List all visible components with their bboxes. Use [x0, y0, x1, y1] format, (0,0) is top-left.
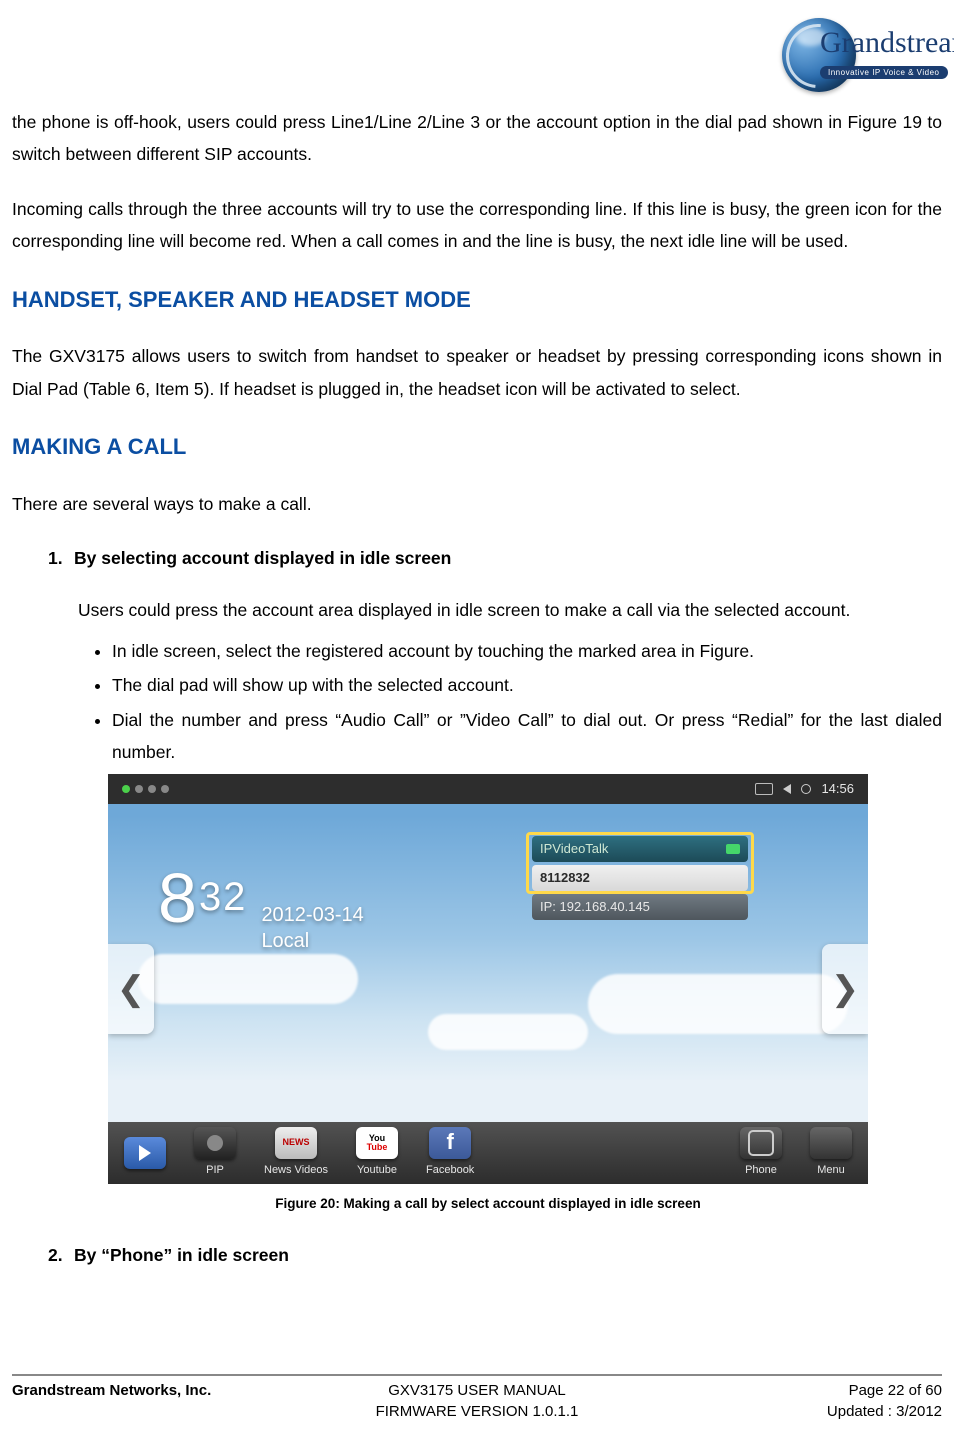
- news-icon: NEWS: [275, 1127, 317, 1159]
- line-dot-icon: [161, 785, 169, 793]
- idle-clock: 832 2012-03-14 Local: [158, 834, 364, 964]
- status-right-icons: 14:56: [755, 777, 854, 801]
- bottom-dock: PIP NEWS News Videos YouTube Youtube: [108, 1122, 868, 1184]
- account-name-label: IPVideoTalk: [540, 837, 608, 861]
- list-item-2: 2.By “Phone” in idle screen: [48, 1239, 942, 1271]
- dock-play-button[interactable]: [124, 1137, 166, 1169]
- dock-menu-button[interactable]: Menu: [810, 1127, 852, 1180]
- dock-facebook-button[interactable]: f Facebook: [426, 1127, 474, 1180]
- figure-20: 14:56 832 2012-03-14 Local: [108, 774, 868, 1217]
- figure-caption: Figure 20: Making a call by select accou…: [108, 1192, 868, 1217]
- brand-name: Grandstream: [820, 26, 954, 60]
- brand-logo: Grandstream Innovative IP Voice & Video: [782, 18, 942, 96]
- bullet-item: In idle screen, select the registered ac…: [112, 635, 942, 667]
- dock-youtube-button[interactable]: YouTube Youtube: [356, 1127, 398, 1180]
- nav-arrow-left[interactable]: ❮: [108, 944, 154, 1034]
- heading-handset-mode: HANDSET, SPEAKER AND HEADSET MODE: [12, 280, 942, 321]
- list-number-1: 1.: [48, 542, 74, 574]
- line-status-dots: [122, 785, 169, 793]
- facebook-icon: f: [429, 1127, 471, 1159]
- clock-date-value: 2012-03-14: [261, 902, 363, 928]
- keyboard-icon: [755, 783, 773, 795]
- status-clock: 14:56: [821, 777, 854, 801]
- list-title-1: By selecting account displayed in idle s…: [74, 548, 451, 568]
- page-footer: Grandstream Networks, Inc. GXV3175 USER …: [12, 1374, 942, 1422]
- list-desc-1: Users could press the account area displ…: [78, 594, 942, 626]
- network-icon: [801, 784, 811, 794]
- brand-tagline: Innovative IP Voice & Video: [820, 66, 948, 79]
- dock-label: News Videos: [264, 1160, 328, 1180]
- idle-screen-screenshot: 14:56 832 2012-03-14 Local: [108, 774, 868, 1184]
- footer-page-number: Page 22 of 60: [635, 1380, 942, 1401]
- footer-center: GXV3175 USER MANUAL FIRMWARE VERSION 1.0…: [319, 1380, 635, 1422]
- bullet-list-1: In idle screen, select the registered ac…: [112, 635, 942, 769]
- dock-label: Menu: [817, 1160, 845, 1180]
- clock-minute: 32: [199, 875, 248, 919]
- clock-tz-label: Local: [261, 928, 363, 954]
- bullet-item: Dial the number and press “Audio Call” o…: [112, 704, 942, 769]
- page: Grandstream Innovative IP Voice & Video …: [0, 0, 954, 1438]
- account-ip-label: IP: 192.168.40.145: [540, 895, 650, 919]
- yt-bot: Tube: [367, 1143, 388, 1152]
- list-title-2: By “Phone” in idle screen: [74, 1245, 289, 1265]
- page-header: Grandstream Innovative IP Voice & Video: [12, 18, 942, 106]
- paragraph-handset: The GXV3175 allows users to switch from …: [12, 340, 942, 405]
- line-dot-icon: [135, 785, 143, 793]
- dock-pip-button[interactable]: PIP: [194, 1127, 236, 1180]
- account-number-row[interactable]: 8112832: [532, 865, 748, 891]
- list-item-1: 1.By selecting account displayed in idle…: [48, 542, 942, 1217]
- bullet-item: The dial pad will show up with the selec…: [112, 669, 942, 701]
- dock-news-button[interactable]: NEWS News Videos: [264, 1127, 328, 1180]
- phone-icon: [740, 1127, 782, 1159]
- footer-manual-title: GXV3175 USER MANUAL: [319, 1380, 635, 1401]
- account-number-label: 8112832: [540, 866, 590, 890]
- status-led-icon: [726, 844, 740, 854]
- footer-updated: Updated : 3/2012: [635, 1401, 942, 1422]
- heading-making-call: MAKING A CALL: [12, 427, 942, 468]
- dock-label: Youtube: [357, 1160, 397, 1180]
- cloud-icon: [428, 1014, 588, 1050]
- document-body: the phone is off-hook, users could press…: [12, 106, 942, 1272]
- paragraph-making: There are several ways to make a call.: [12, 488, 942, 520]
- status-bar: 14:56: [108, 774, 868, 804]
- footer-firmware: FIRMWARE VERSION 1.0.1.1: [319, 1401, 635, 1422]
- account-ip-row: IP: 192.168.40.145: [532, 894, 748, 920]
- footer-company: Grandstream Networks, Inc.: [12, 1380, 319, 1422]
- list-number-2: 2.: [48, 1239, 74, 1271]
- youtube-icon: YouTube: [356, 1127, 398, 1159]
- footer-right: Page 22 of 60 Updated : 3/2012: [635, 1380, 942, 1422]
- paragraph-continuation: the phone is off-hook, users could press…: [12, 106, 942, 171]
- dock-label: Facebook: [426, 1160, 474, 1180]
- menu-grid-icon: [810, 1127, 852, 1159]
- clock-hour: 8: [158, 859, 199, 937]
- dock-phone-button[interactable]: Phone: [740, 1127, 782, 1180]
- clock-date: 2012-03-14 Local: [261, 902, 363, 954]
- paragraph-incoming: Incoming calls through the three account…: [12, 193, 942, 258]
- clock-time: 832: [158, 834, 247, 964]
- camera-icon: [194, 1127, 236, 1159]
- call-methods-list: 1.By selecting account displayed in idle…: [12, 542, 942, 1272]
- speaker-icon: [783, 784, 791, 794]
- play-icon: [124, 1137, 166, 1169]
- line-dot-icon: [148, 785, 156, 793]
- cloud-icon: [588, 974, 848, 1034]
- account-name-row[interactable]: IPVideoTalk: [532, 836, 748, 862]
- dock-label: Phone: [745, 1160, 777, 1180]
- line-dot-active-icon: [122, 785, 130, 793]
- account-area[interactable]: IPVideoTalk 8112832 IP: 192.168.40.145: [532, 836, 748, 923]
- nav-arrow-right[interactable]: ❯: [822, 944, 868, 1034]
- dock-label: PIP: [206, 1160, 224, 1180]
